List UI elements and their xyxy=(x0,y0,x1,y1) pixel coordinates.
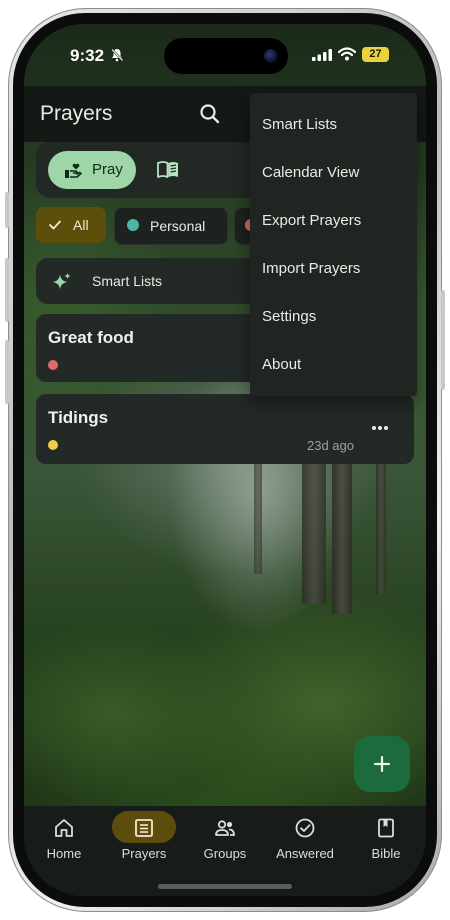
tree-trunk xyxy=(376,464,386,594)
nav-label: Bible xyxy=(371,846,401,861)
check-circle-icon xyxy=(295,818,315,838)
front-camera xyxy=(264,49,278,63)
nav-label: Answered xyxy=(276,846,334,861)
nav-item-answered[interactable]: Answered xyxy=(265,806,345,876)
nav-label: Groups xyxy=(203,846,247,861)
filter-chip-label: Personal xyxy=(150,218,206,234)
category-color-dot xyxy=(48,440,58,450)
check-icon xyxy=(49,220,61,230)
battery-indicator: 27 xyxy=(362,47,389,62)
wifi-icon xyxy=(338,47,356,61)
menu-item-label: About xyxy=(262,356,302,373)
menu-item-smart-lists[interactable]: Smart Lists xyxy=(250,101,417,149)
action-button xyxy=(5,192,9,228)
filter-chip-personal[interactable]: Personal xyxy=(114,207,228,245)
sparkles-icon xyxy=(53,273,71,289)
menu-item-label: Calendar View xyxy=(262,164,360,181)
dynamic-island xyxy=(164,38,288,74)
prayer-card[interactable]: Tidings 23d ago xyxy=(36,394,414,464)
home-indicator xyxy=(158,884,292,889)
signal-icon xyxy=(312,49,332,61)
nav-label: Home xyxy=(46,846,82,861)
smart-lists-label: Smart Lists xyxy=(92,273,163,289)
category-color-dot xyxy=(127,219,139,231)
mode-toolbar: Pray xyxy=(36,142,266,198)
prayer-title: Great food xyxy=(48,328,134,347)
add-prayer-button[interactable] xyxy=(354,736,410,792)
menu-item-label: Export Prayers xyxy=(262,212,362,229)
search-button[interactable] xyxy=(196,100,224,128)
more-options-button[interactable] xyxy=(370,418,390,438)
tree-trunk xyxy=(254,464,262,574)
pray-mode-button[interactable]: Pray xyxy=(48,151,136,189)
menu-item-about[interactable]: About xyxy=(250,341,417,389)
search-icon xyxy=(200,104,220,124)
more-horizontal-icon xyxy=(372,426,388,430)
filter-chip-label: All xyxy=(73,217,89,233)
smart-lists-card[interactable]: Smart Lists xyxy=(36,258,266,304)
menu-item-export-prayers[interactable]: Export Prayers xyxy=(250,197,417,245)
nav-item-bible[interactable]: Bible xyxy=(346,806,426,876)
volume-up-button xyxy=(5,258,9,322)
nav-label: Prayers xyxy=(121,846,167,861)
filter-chip-all[interactable]: All xyxy=(36,207,106,243)
silent-bell-icon xyxy=(111,48,124,62)
tree-trunk xyxy=(332,444,352,614)
tree-trunk xyxy=(302,454,326,604)
groups-icon xyxy=(215,820,235,836)
nav-item-groups[interactable]: Groups xyxy=(185,806,265,876)
plus-icon xyxy=(373,755,391,773)
menu-item-label: Smart Lists xyxy=(262,116,338,133)
menu-item-calendar-view[interactable]: Calendar View xyxy=(250,149,417,197)
prayer-title: Tidings xyxy=(48,408,109,427)
status-bar: 9:32 27 xyxy=(24,24,426,86)
menu-item-label: Import Prayers xyxy=(262,260,361,277)
category-color-dot xyxy=(48,360,58,370)
menu-item-import-prayers[interactable]: Import Prayers xyxy=(250,245,417,293)
list-icon xyxy=(135,819,153,837)
prayer-age: 23d ago xyxy=(307,438,354,453)
overflow-menu: Smart Lists Calendar View Export Prayers… xyxy=(250,93,417,396)
home-icon xyxy=(55,819,73,837)
praying-hands-heart-icon xyxy=(65,163,82,178)
menu-item-label: Settings xyxy=(262,308,317,325)
bottom-navigation: Home Prayers Groups Answered Bible xyxy=(24,806,426,896)
pray-mode-label: Pray xyxy=(92,161,123,178)
status-time: 9:32 xyxy=(70,46,105,65)
menu-item-settings[interactable]: Settings xyxy=(250,293,417,341)
open-book-icon xyxy=(157,161,178,178)
screen: 9:32 27 Prayers Pray All Personal Smart … xyxy=(24,24,426,896)
reading-mode-button[interactable] xyxy=(152,154,184,186)
page-title: Prayers xyxy=(40,102,113,125)
nav-item-prayers[interactable]: Prayers xyxy=(104,806,184,876)
nav-item-home[interactable]: Home xyxy=(24,806,104,876)
power-button xyxy=(441,290,445,390)
bible-icon xyxy=(378,818,394,838)
volume-down-button xyxy=(5,340,9,404)
